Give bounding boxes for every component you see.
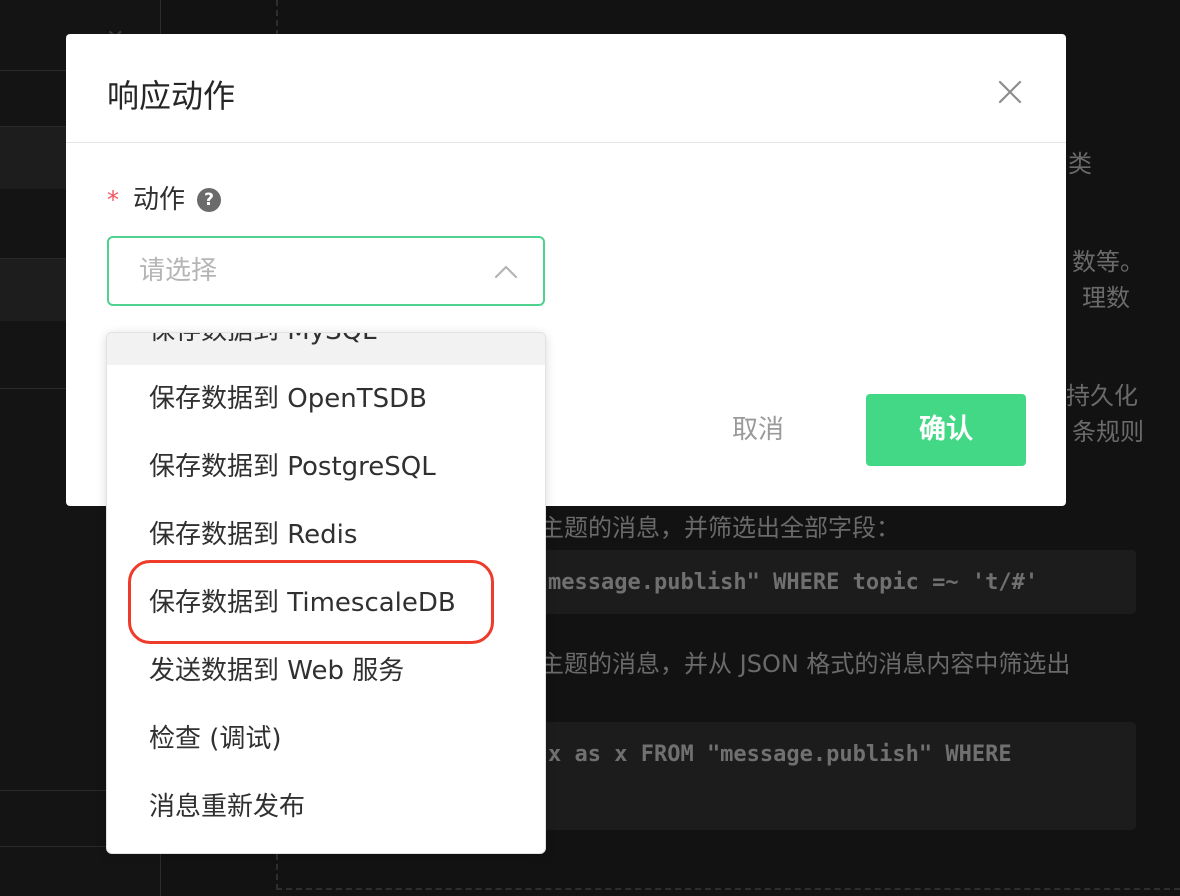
close-icon[interactable]	[996, 78, 1024, 106]
dropdown-option-inspect-debug[interactable]: 检查 (调试)	[107, 705, 545, 773]
confirm-button[interactable]: 确认	[866, 394, 1026, 466]
chevron-up-icon	[494, 265, 518, 279]
background-text: 主题的消息，并筛选出全部字段：	[540, 514, 900, 542]
dropdown-option-timescaledb[interactable]: 保存数据到 TimescaleDB	[107, 569, 545, 637]
modal-title: 响应动作	[107, 77, 236, 115]
action-select[interactable]: 请选择	[107, 236, 545, 306]
background-text: 主题的消息，并从 JSON 格式的消息内容中筛选出	[540, 650, 1071, 678]
required-mark: *	[107, 186, 119, 214]
background-code-line: message.publish" WHERE topic =~ 't/#'	[548, 570, 1039, 595]
action-dropdown-list[interactable]: 保存数据到 MySQL 保存数据到 OpenTSDB 保存数据到 Postgre…	[106, 332, 546, 854]
background-text: 数等。	[1072, 248, 1144, 276]
help-icon[interactable]: ?	[197, 188, 222, 212]
background-code-line: x as x FROM "message.publish" WHERE	[548, 742, 1012, 767]
dropdown-option-postgresql[interactable]: 保存数据到 PostgreSQL	[107, 433, 545, 501]
background-text: 条规则	[1072, 418, 1144, 446]
dropdown-option-mysql[interactable]: 保存数据到 MySQL	[107, 333, 545, 365]
background-text: 持久化	[1066, 382, 1138, 410]
select-placeholder: 请选择	[139, 256, 218, 286]
dropdown-option-opentsdb[interactable]: 保存数据到 OpenTSDB	[107, 365, 545, 433]
background-text: 理数	[1082, 284, 1130, 312]
dropdown-option-republish[interactable]: 消息重新发布	[107, 773, 545, 841]
modal-header: 响应动作	[66, 34, 1066, 143]
background-text: 类	[1068, 150, 1092, 178]
action-field-label: * 动作 ?	[107, 182, 222, 218]
dropdown-option-redis[interactable]: 保存数据到 Redis	[107, 501, 545, 569]
dropdown-option-web-service[interactable]: 发送数据到 Web 服务	[107, 637, 545, 705]
cancel-button[interactable]: 取消	[698, 394, 818, 466]
field-label-text: 动作	[133, 185, 186, 215]
